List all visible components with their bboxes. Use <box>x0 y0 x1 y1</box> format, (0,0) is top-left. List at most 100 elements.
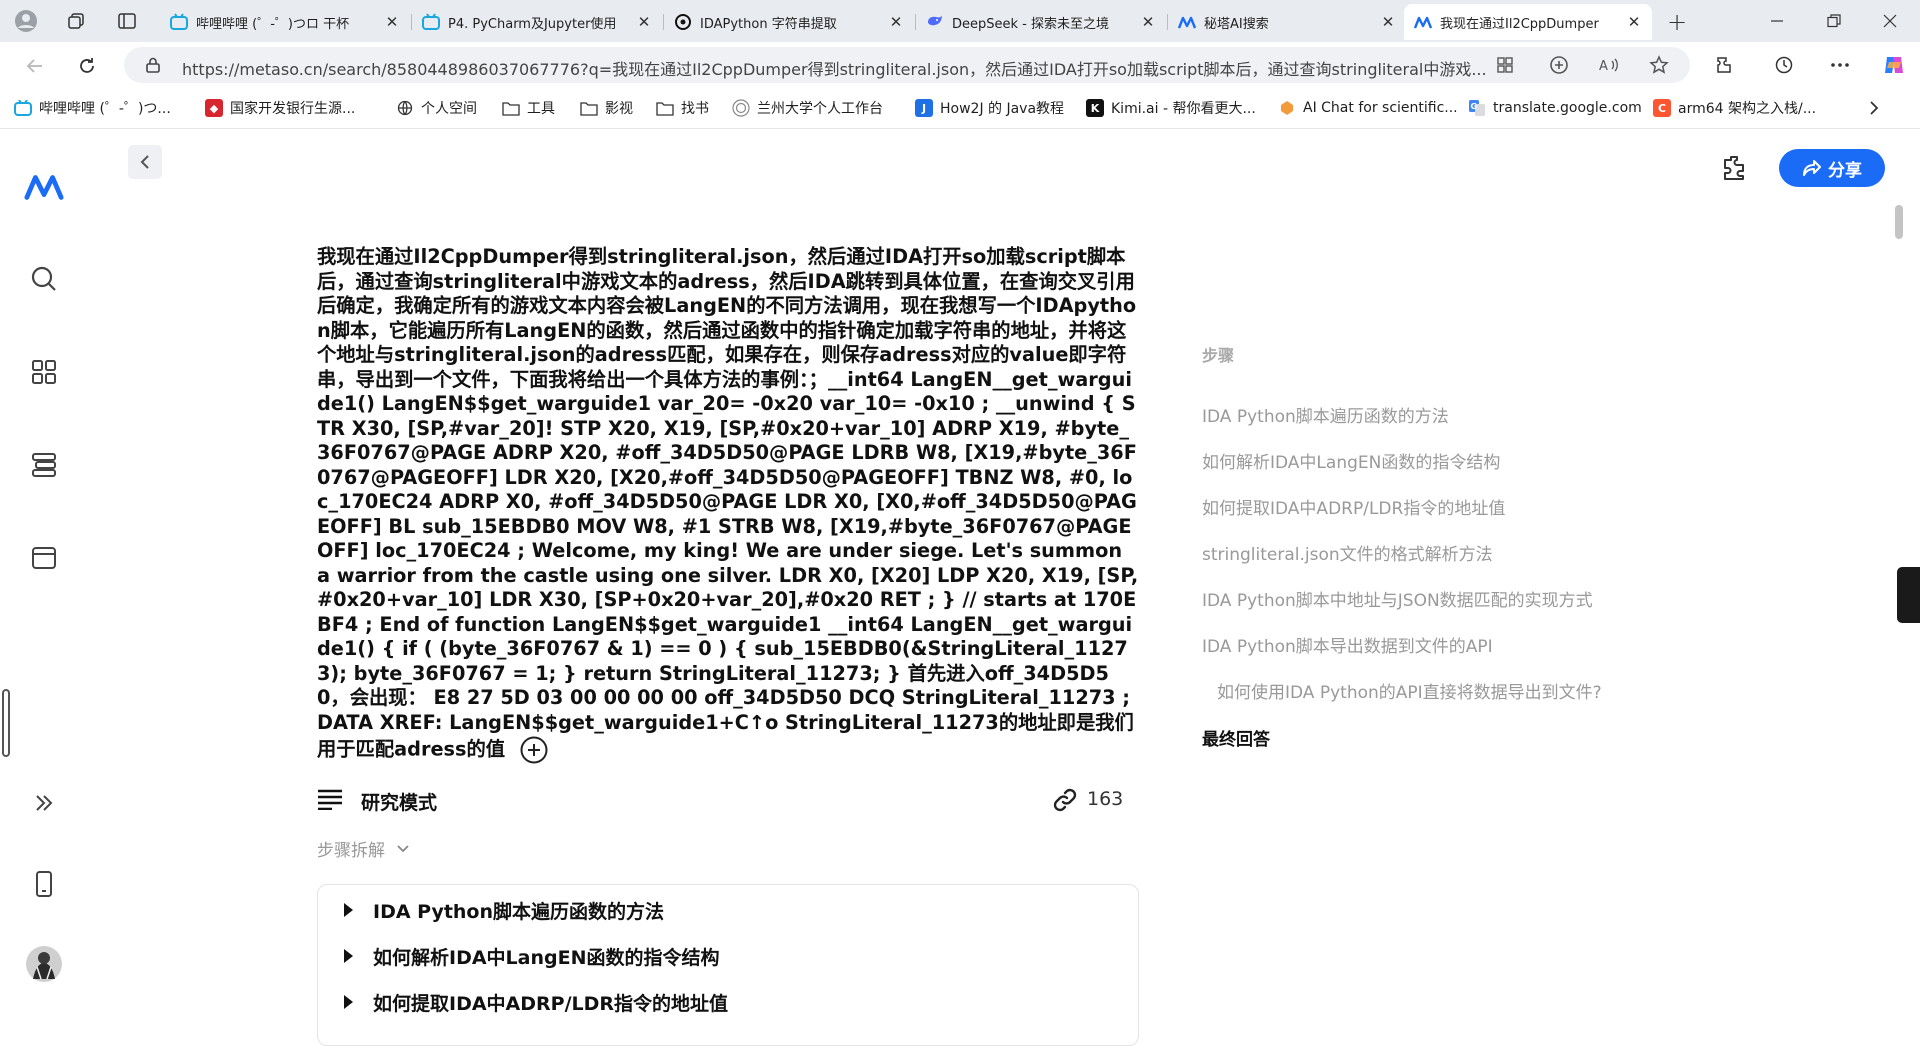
restore-button[interactable] <box>1814 8 1854 34</box>
close-icon[interactable]: ✕ <box>384 13 400 31</box>
bookmark-label: 找书 <box>681 101 709 117</box>
list-lines-icon <box>317 788 343 812</box>
bookmark-label: How2J 的 Java教程 <box>940 101 1065 117</box>
toc-item[interactable]: IDA Python脚本中地址与JSON数据匹配的实现方式 <box>1202 586 1593 611</box>
browser-tab-metaso[interactable]: 秘塔AI搜索 ✕ <box>1168 4 1406 40</box>
window-panel-icon[interactable] <box>24 538 64 578</box>
more-menu-icon[interactable] <box>1826 51 1854 79</box>
browser-tab-pycharm[interactable]: P4. PyCharm及Jupyter使用 ✕ <box>412 4 662 40</box>
toc-item[interactable]: stringliteral.json文件的格式解析方法 <box>1202 540 1493 565</box>
sources-link-icon[interactable] <box>1051 786 1079 814</box>
bookmark-item[interactable]: 哔哩哔哩 (゜-゜)つ... <box>14 98 171 118</box>
side-panel-grip[interactable] <box>1897 567 1920 623</box>
toc-final-answer[interactable]: 最终回答 <box>1202 725 1270 750</box>
step-item[interactable]: IDA Python脚本遍历函数的方法 <box>344 895 664 925</box>
toc-item[interactable]: IDA Python脚本导出数据到文件的API <box>1202 632 1493 657</box>
main-content: 分享 我现在通过Il2CppDumper得到stringliteral.json… <box>86 133 1920 1046</box>
bookmark-item[interactable]: G translate.google.com <box>1468 98 1642 118</box>
close-icon[interactable]: ✕ <box>1626 13 1642 31</box>
bookmark-item[interactable]: 兰州大学个人工作台 <box>732 98 883 118</box>
bookmark-label: Kimi.ai - 帮你看更大... <box>1111 101 1256 117</box>
bookmark-folder[interactable]: 找书 <box>656 98 709 118</box>
browser-tab-bilibili[interactable]: 哔哩哔哩 (゜-゜)つロ 干杯 ✕ <box>160 4 410 40</box>
reload-icon[interactable] <box>72 51 102 81</box>
step-item[interactable]: 如何提取IDA中ADRP/LDR指令的地址值 <box>344 987 728 1017</box>
collections-icon[interactable] <box>62 8 90 34</box>
metaso-favicon-icon <box>1414 13 1432 31</box>
close-window-button[interactable] <box>1870 8 1910 34</box>
search-icon[interactable] <box>24 259 64 299</box>
bookmarks-overflow-chevron-icon[interactable] <box>1868 98 1880 118</box>
close-icon[interactable]: ✕ <box>636 13 652 31</box>
browser-tab-idapython[interactable]: IDAPython 字符串提取 ✕ <box>664 4 914 40</box>
bookmark-item[interactable]: J How2J 的 Java教程 <box>915 98 1064 118</box>
back-button[interactable] <box>128 145 162 179</box>
apps-grid-icon[interactable] <box>24 352 64 392</box>
folder-icon <box>502 99 520 117</box>
plugin-puzzle-icon[interactable] <box>1718 151 1752 185</box>
step-label: 如何提取IDA中ADRP/LDR指令的地址值 <box>373 992 729 1015</box>
close-icon[interactable]: ✕ <box>1140 13 1156 31</box>
mobile-app-icon[interactable] <box>24 864 64 904</box>
close-icon[interactable]: ✕ <box>888 13 904 31</box>
tab-actions-icon[interactable] <box>113 8 141 34</box>
university-seal-icon <box>732 99 750 117</box>
google-translate-icon: G <box>1468 99 1486 117</box>
bookmark-item[interactable]: AI Chat for scientific... <box>1278 98 1458 118</box>
library-stack-icon[interactable] <box>24 445 64 485</box>
caret-right-icon <box>344 949 353 963</box>
expand-double-chevron-icon[interactable] <box>24 783 64 823</box>
bookmark-folder[interactable]: 影视 <box>580 98 633 118</box>
tab-title: IDAPython 字符串提取 <box>700 16 837 32</box>
close-icon[interactable]: ✕ <box>1380 13 1396 31</box>
minimize-button[interactable] <box>1757 8 1797 34</box>
openai-favicon-icon <box>674 13 692 31</box>
bank-logo-icon: ◆ <box>205 99 223 117</box>
app-available-icon[interactable] <box>1494 54 1516 76</box>
browser-toolbar: https://metaso.cn/search/858044898603706… <box>0 42 1920 88</box>
caret-right-icon <box>344 903 353 917</box>
add-circle-icon[interactable] <box>519 735 549 765</box>
share-label: 分享 <box>1828 160 1862 181</box>
browser-tab-deepseek[interactable]: DeepSeek - 探索未至之境 ✕ <box>916 4 1166 40</box>
content-scrollbar[interactable] <box>1895 205 1903 239</box>
share-button[interactable]: 分享 <box>1779 149 1885 187</box>
browser-tab-current[interactable]: 我现在通过Il2CppDumper ✕ <box>1404 4 1652 40</box>
question-body: 我现在通过Il2CppDumper得到stringliteral.json，然后… <box>317 245 1139 761</box>
read-aloud-icon[interactable]: A <box>1598 54 1620 76</box>
svg-text:G: G <box>1471 102 1478 111</box>
tab-strip: 哔哩哔哩 (゜-゜)つロ 干杯 ✕ P4. PyCharm及Jupyter使用 … <box>0 0 1920 42</box>
toc-subitem[interactable]: 如何使用IDA Python的API直接将数据导出到文件? <box>1217 678 1602 703</box>
url-text[interactable]: https://metaso.cn/search/858044898603706… <box>182 56 1522 80</box>
share-icon <box>1803 160 1821 176</box>
bookmark-item[interactable]: ◆ 国家开发银行生源... <box>205 98 355 118</box>
extensions-icon[interactable] <box>1710 51 1738 79</box>
step-item[interactable]: 如何解析IDA中LangEN函数的指令结构 <box>344 941 719 971</box>
back-arrow-icon[interactable] <box>20 51 50 81</box>
address-bar[interactable]: https://metaso.cn/search/858044898603706… <box>124 47 1690 83</box>
bookmark-label: arm64 架构之入栈/... <box>1678 101 1817 117</box>
profile-icon[interactable] <box>12 8 40 34</box>
sources-count[interactable]: 163 <box>1087 788 1123 810</box>
bilibili-favicon-icon <box>422 13 440 31</box>
toc-item[interactable]: 如何解析IDA中LangEN函数的指令结构 <box>1202 448 1500 473</box>
bilibili-favicon-icon <box>170 13 188 31</box>
toc-item[interactable]: IDA Python脚本遍历函数的方法 <box>1202 402 1449 427</box>
user-avatar[interactable] <box>24 944 64 984</box>
lock-icon[interactable] <box>144 56 162 74</box>
bookmark-item[interactable]: K Kimi.ai - 帮你看更大... <box>1086 98 1256 118</box>
toc-item[interactable]: 如何提取IDA中ADRP/LDR指令的地址值 <box>1202 494 1505 519</box>
bookmark-item[interactable]: C arm64 架构之入栈/... <box>1653 98 1816 118</box>
sidebar-drag-handle[interactable] <box>2 689 10 757</box>
bookmark-item[interactable]: 个人空间 <box>396 98 477 118</box>
kimi-icon: K <box>1086 99 1104 117</box>
favorite-star-icon[interactable] <box>1648 54 1670 76</box>
copilot-icon[interactable] <box>1880 51 1908 79</box>
metaso-logo-icon[interactable] <box>24 167 64 207</box>
history-icon[interactable] <box>1770 51 1798 79</box>
bookmark-folder[interactable]: 工具 <box>502 98 555 118</box>
translate-page-icon[interactable] <box>1548 54 1570 76</box>
steps-breakdown-toggle[interactable]: 步骤拆解 <box>317 836 411 861</box>
new-tab-button[interactable]: + <box>1663 8 1691 36</box>
bilibili-icon <box>14 99 32 117</box>
